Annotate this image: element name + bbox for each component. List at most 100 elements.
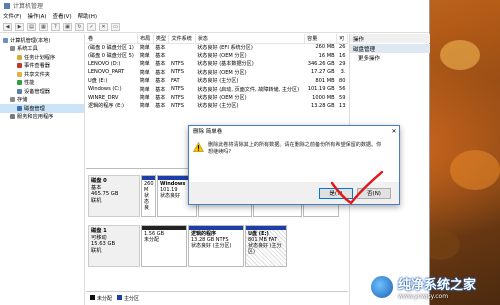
table-cell: Windows (C:) [88, 86, 122, 93]
table-cell: 基本 [155, 44, 166, 51]
table-cell: 状态良好 (OEM 分区) [197, 95, 247, 102]
close-icon[interactable]: ✕ [389, 128, 399, 135]
tree-node-icon [17, 63, 22, 69]
more-actions-link[interactable]: 更多操作 [350, 53, 430, 62]
check-icon[interactable]: ✓ [87, 22, 96, 31]
table-cell: 简单 [139, 86, 150, 93]
tree-item[interactable]: 服务和应用程序 [0, 113, 84, 122]
tree-item[interactable]: 系统工具 [0, 45, 84, 54]
column-header[interactable]: 可 [336, 34, 348, 44]
partition-block[interactable]: 1.56 GB 未分配 [141, 225, 187, 267]
table-row[interactable]: LENOVO_PART 简单 基本 NTFS 状态良好 (OEM 分区) 17.27 GB… [86, 68, 348, 76]
partition-block[interactable]: 逻辑的程序 13.28 GB NTFS 状态良好 (主分区) [188, 225, 244, 267]
table-cell: 基本 [155, 61, 166, 68]
table-cell: 13 [339, 102, 346, 109]
partition-line2: 状态良好 (主分区) [191, 243, 232, 249]
tree-node-icon [10, 46, 15, 52]
volume-header-row: 卷布局 类型 文件系统 状态 容量可 [86, 34, 348, 44]
tree-item[interactable]: 计算机管理(本地) [0, 36, 84, 45]
column-header[interactable]: 容量 [304, 34, 338, 44]
column-header[interactable]: 布局 [137, 34, 154, 44]
tree-item[interactable]: 性能 [0, 79, 84, 88]
table-cell: 3. [340, 69, 346, 76]
table-cell: NTFS [170, 69, 184, 76]
table-cell: 基本 [155, 103, 166, 110]
tree-item-label: 任务计划程序 [24, 54, 56, 61]
column-header[interactable]: 状态 [195, 34, 306, 44]
table-cell: 17.27 GB [310, 69, 335, 76]
table-cell: U盘 (E:) [88, 78, 108, 85]
table-cell: 56 [339, 86, 346, 93]
dialog-message: 删除此卷将清除其上的所有数据。请在删除之前备份所有希望保留的数据。你 想继续吗? [208, 142, 381, 156]
menu-file[interactable]: 文件(F) [3, 12, 21, 20]
table-cell: WINRE_DRV [88, 94, 119, 101]
console-icon[interactable]: ▣ [63, 22, 72, 31]
toolbar: ◀ ▶ ▤ ▦ ? ▣ ↻ ✓ ✕ ▭ [0, 21, 429, 33]
tree-item[interactable]: 共享文件夹 [0, 70, 84, 79]
column-header[interactable]: 类型 [153, 34, 170, 44]
table-cell: 13.28 GB [310, 102, 335, 109]
dialog-footer: 是(Y) 否(N) [189, 182, 399, 204]
warning-icon [193, 142, 204, 152]
no-button[interactable]: 否(N) [357, 187, 391, 199]
partition-line2: 未分配 [144, 237, 160, 243]
yes-button[interactable]: 是(Y) [319, 187, 353, 199]
partition-bar [142, 226, 186, 230]
tree-item[interactable]: 任务计划程序 [0, 53, 84, 62]
disk-status: 联机 [91, 197, 102, 204]
tree-node-icon [17, 105, 22, 111]
table-row[interactable]: (磁盘 0 磁盘分区 1) 简单 基本 状态良好 (EFI 系统分区) 260 MB 26 [86, 43, 348, 51]
tree-item-label: 共享文件夹 [24, 71, 50, 78]
partition-block[interactable]: 260 M 状态良 [141, 175, 156, 217]
disk-icon[interactable]: ▭ [111, 22, 120, 31]
column-header[interactable]: 文件系统 [168, 34, 196, 44]
tree-node-icon [3, 37, 8, 43]
menu-view[interactable]: 查看(V) [53, 12, 72, 20]
actions-header: 操作 [350, 34, 430, 43]
primary-swatch [117, 295, 123, 300]
disk-label[interactable]: 磁盘 0 基本 465.75 GB 联机 [88, 175, 140, 217]
partition-block[interactable]: U盘 (E:) 801 MB FAT 状态良好 (主分区) [245, 225, 287, 267]
tree-node-icon [10, 114, 15, 120]
tree-item[interactable]: 存储 [0, 96, 84, 105]
watermark: 纯净系统之家 www.ycwjsy.com [369, 272, 497, 302]
unallocated-swatch [90, 295, 95, 300]
back-icon[interactable]: ◀ [3, 22, 12, 31]
menu-action[interactable]: 操作(A) [27, 12, 46, 20]
table-cell: 状态良好 (主分区) [197, 78, 239, 85]
tree-item-label: 服务和应用程序 [17, 114, 54, 121]
table-cell: 16 MB [318, 52, 335, 59]
table-cell: 16 [339, 52, 346, 59]
column-header[interactable]: 卷 [86, 34, 139, 44]
menu-help[interactable]: 帮助(H) [78, 12, 97, 20]
table-row[interactable]: 逻辑的程序 (E:) 简单 基本 NTFS 状态良好 (主分区) 13.28 GB 13 [86, 102, 348, 110]
table-cell: 状态良好 (EFI 系统分区) [197, 44, 253, 51]
refresh-icon[interactable]: ↻ [75, 22, 84, 31]
tree-item-label: 计算机管理(本地) [10, 37, 51, 44]
tree-node-icon [10, 97, 15, 103]
delete-icon[interactable]: ✕ [99, 22, 108, 31]
tree-item[interactable]: 磁盘管理 [0, 104, 84, 113]
tree-item[interactable]: 设备管理器 [0, 87, 84, 96]
table-row[interactable]: WINRE_DRV 简单 基本 NTFS 状态良好 (OEM 分区) 1000 MB 59 [86, 93, 348, 102]
table-row[interactable]: U盘 (E:) 简单 基本 FAT 状态良好 (主分区) 801 MB 80 [86, 77, 348, 85]
properties-icon[interactable]: ▦ [39, 22, 48, 31]
folder-icon[interactable]: ▤ [27, 22, 36, 31]
table-row[interactable]: Windows (C:) 简单 基本 NTFS 状态良好 (启动, 页面文件, 故障转储… [86, 85, 348, 93]
forward-icon[interactable]: ▶ [15, 22, 24, 31]
tree-item[interactable]: 事件查看器 [0, 62, 84, 71]
table-cell: 1000 MB [312, 94, 335, 101]
table-row[interactable]: (磁盘 0 磁盘分区 5) 简单 基本 状态良好 (OEM 分区) 16 MB 16 [86, 51, 348, 60]
table-cell: 101.19 GB [307, 86, 335, 93]
watermark-title: 纯净系统之家 [398, 278, 477, 293]
help-icon[interactable]: ? [51, 22, 60, 31]
table-cell: LENOVO_PART [88, 69, 125, 76]
table-row[interactable]: LENOVO (D:) 简单 基本 NTFS 状态良好 (基本数据分区) 346.26 G… [86, 60, 348, 68]
actions-section-disk-management[interactable]: 磁盘管理 [350, 44, 430, 53]
tree-item-label: 存储 [17, 97, 28, 104]
legend-unallocated: 未分配 [90, 295, 112, 302]
table-cell: 状态良好 (OEM 分区) [197, 69, 247, 76]
disk-label[interactable]: 磁盘 1 可移动 15.63 GB 联机 [88, 225, 140, 267]
table-cell: 状态良好 (启动, 页面文件, 故障转储, 主分区) [197, 86, 300, 93]
dialog-message-line1: 删除此卷将清除其上的所有数据。请在删除之前备份所有希望保留的数据。你 [208, 142, 382, 148]
